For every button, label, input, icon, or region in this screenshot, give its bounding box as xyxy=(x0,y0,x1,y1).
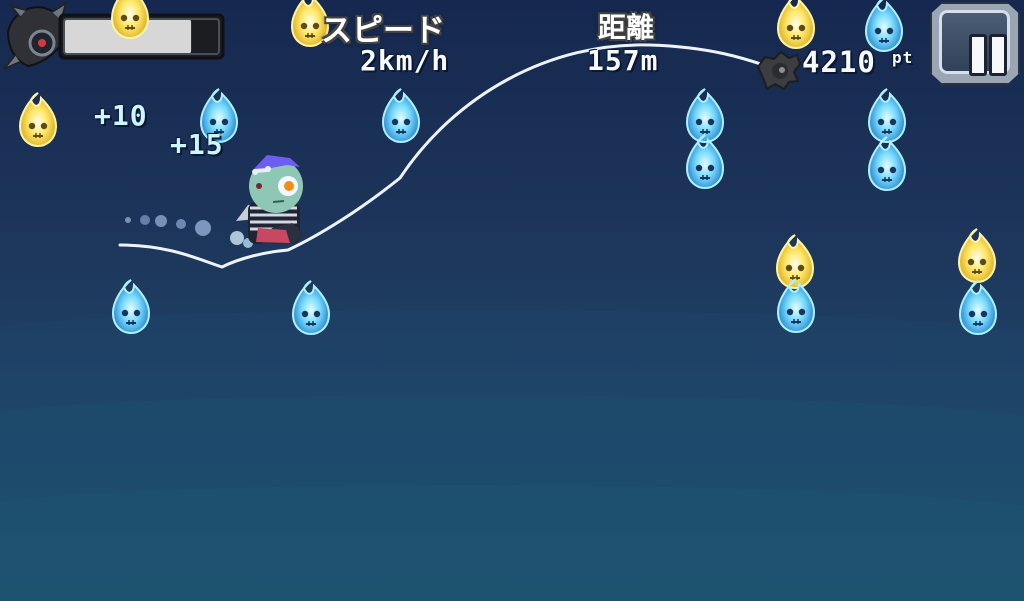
spiky-boss-icon xyxy=(756,50,802,91)
distance-value: 157m xyxy=(587,44,659,77)
distance-label: 距離 xyxy=(598,11,655,44)
speed-trail xyxy=(125,215,253,248)
zombie-player-icon xyxy=(236,155,304,244)
points-unit: pt xyxy=(892,48,914,67)
pause-button[interactable] xyxy=(928,0,1023,88)
pause-icon xyxy=(939,10,1010,76)
game-overlay xyxy=(3,0,997,335)
bonus-popup: +10 xyxy=(94,99,148,132)
bonus-popup: +15 xyxy=(170,128,224,161)
pause-bar-right xyxy=(989,34,1007,76)
speed-value: 2km/h xyxy=(360,44,450,77)
pause-bar-left xyxy=(969,34,987,76)
points-value: 4210 xyxy=(802,45,876,79)
game-screen: スピード 2km/h 距離 157m 4210 pt +10 +15 xyxy=(0,0,1024,601)
